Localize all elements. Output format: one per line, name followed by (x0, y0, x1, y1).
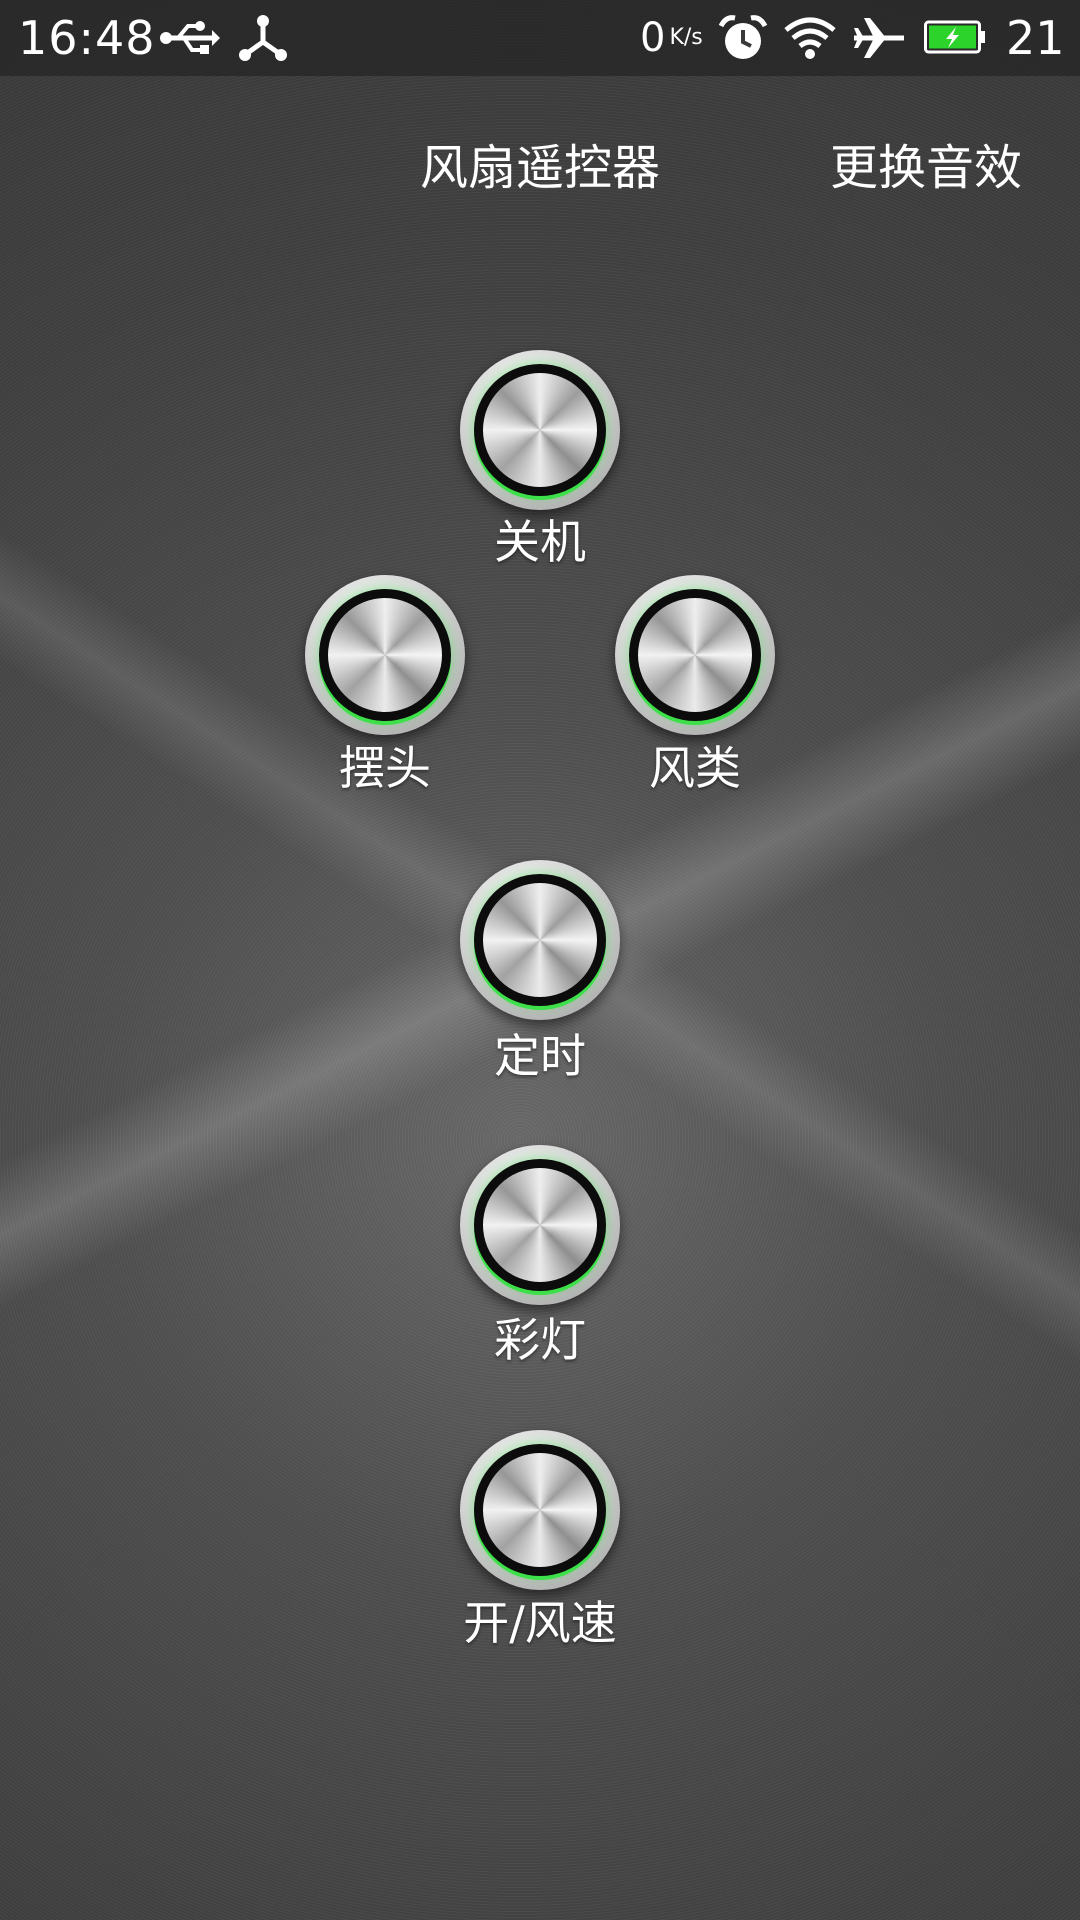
status-bar: 16:48 0 K/s 21 (0, 0, 1080, 76)
swing-label: 摆头 (339, 741, 431, 795)
airplane-icon (854, 18, 904, 58)
change-sound-button[interactable]: 更换音效 (830, 138, 1022, 198)
power-off-button[interactable] (460, 350, 620, 510)
status-time: 16:48 (18, 11, 156, 65)
net-speed: 0 K/s (640, 12, 703, 64)
alarm-icon (718, 15, 768, 59)
battery-charging-icon (924, 20, 985, 54)
button-ring (474, 1159, 606, 1291)
wind-type-button[interactable] (615, 575, 775, 735)
button-face (483, 883, 597, 997)
button-face (483, 1453, 597, 1567)
light-label: 彩灯 (494, 1313, 586, 1367)
wind-type-label: 风类 (649, 741, 741, 795)
timer-label: 定时 (494, 1029, 586, 1083)
button-ring (474, 1444, 606, 1576)
usb-icon (160, 21, 220, 54)
net-speed-value: 0 (640, 15, 666, 61)
button-ring (474, 874, 606, 1006)
swing-button[interactable] (305, 575, 465, 735)
power-speed-button[interactable] (460, 1430, 620, 1590)
button-face (328, 598, 442, 712)
button-face (638, 598, 752, 712)
button-face (483, 373, 597, 487)
wifi-icon (784, 17, 836, 59)
button-ring (319, 589, 451, 721)
page-title: 风扇遥控器 (420, 140, 661, 196)
button-face (483, 1168, 597, 1282)
power-speed-label: 开/风速 (463, 1596, 617, 1650)
net-speed-unit: K/s (669, 25, 703, 50)
timer-button[interactable] (460, 860, 620, 1020)
light-button[interactable] (460, 1145, 620, 1305)
battery-level: 21 (1006, 11, 1065, 65)
share-icon (239, 15, 287, 61)
button-ring (629, 589, 761, 721)
power-off-label: 关机 (494, 515, 586, 569)
button-ring (474, 364, 606, 496)
